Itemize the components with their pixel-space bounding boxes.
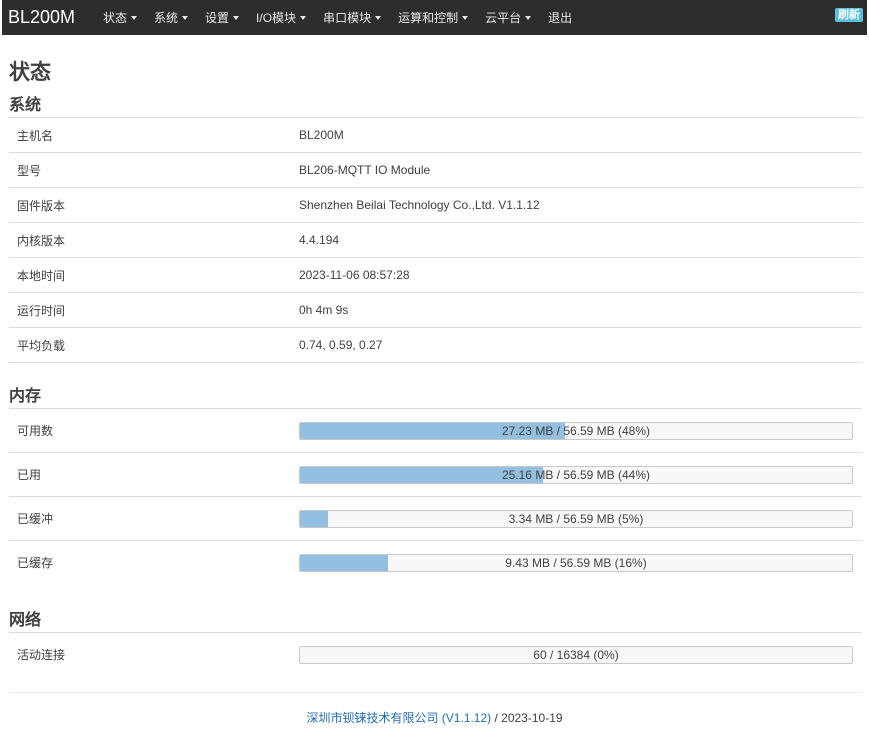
refresh-button[interactable]: 刷新 <box>835 8 863 22</box>
menu-cloud-platform[interactable]: 云平台 <box>485 9 532 26</box>
menu-logic-control[interactable]: 运算和控制 <box>398 9 469 26</box>
row-value: 0.74, 0.59, 0.27 <box>299 338 383 352</box>
row-label: 已缓冲 <box>17 512 54 526</box>
caret-down-icon <box>182 15 189 20</box>
row-label: 活动连接 <box>17 648 66 662</box>
progress-text: 25.16 MB / 56.59 MB (44%) <box>501 468 651 482</box>
footer-date: / 2023-10-19 <box>491 711 563 725</box>
progress-text: 27.23 MB / 56.59 MB (48%) <box>501 424 651 438</box>
progress-bar: 3.34 MB / 56.59 MB (5%) <box>299 510 853 528</box>
table-row: 固件版本 Shenzhen Beilai Technology Co.,Ltd. … <box>9 187 862 222</box>
top-navbar: BL200M 状态 系统 设置 I/O模块 串口模块 运算和控制 云平台 退出 … <box>2 0 867 35</box>
menu-system-label: 系统 <box>154 11 179 25</box>
footer-divider <box>9 692 862 693</box>
page-title: 状态 <box>9 60 51 84</box>
row-label: 已用 <box>17 468 42 482</box>
table-row: 型号 BL206-MQTT IO Module <box>9 152 862 187</box>
menu-serial-module-label: 串口模块 <box>323 11 372 25</box>
table-row: 运行时间 0h 4m 9s <box>9 292 862 327</box>
table-row: 内核版本 4.4.194 <box>9 222 862 257</box>
table-row: 已缓存 9.43 MB / 56.59 MB (16%) <box>9 540 862 584</box>
row-label: 已缓存 <box>17 556 54 570</box>
table-row: 已缓冲 3.34 MB / 56.59 MB (5%) <box>9 496 862 540</box>
system-heading: 系统 <box>9 95 42 114</box>
table-row: 已用 25.16 MB / 56.59 MB (44%) <box>9 452 862 496</box>
row-value: BL200M <box>299 128 344 142</box>
main-menu: 状态 系统 设置 I/O模块 串口模块 运算和控制 云平台 退出 <box>103 9 589 26</box>
caret-down-icon <box>375 15 382 20</box>
memory-table: 可用数 27.23 MB / 56.59 MB (48%) 已用 25.16 M… <box>9 408 862 584</box>
menu-logout[interactable]: 退出 <box>548 9 572 26</box>
progress-bar: 60 / 16384 (0%) <box>299 646 853 664</box>
row-label: 运行时间 <box>17 303 66 318</box>
menu-logic-control-label: 运算和控制 <box>398 11 459 25</box>
progress-bar: 25.16 MB / 56.59 MB (44%) <box>299 466 853 484</box>
caret-down-icon <box>525 15 532 20</box>
menu-io-module-label: I/O模块 <box>256 11 297 25</box>
progress-bar: 27.23 MB / 56.59 MB (48%) <box>299 422 853 440</box>
row-value: BL206-MQTT IO Module <box>299 163 431 177</box>
menu-status-label: 状态 <box>103 11 128 25</box>
menu-settings[interactable]: 设置 <box>205 9 240 26</box>
table-row: 本地时间 2023-11-06 08:57:28 <box>9 257 862 292</box>
brand-title[interactable]: BL200M <box>8 7 98 28</box>
row-value: 0h 4m 9s <box>299 303 349 317</box>
table-row: 可用数 27.23 MB / 56.59 MB (48%) <box>9 408 862 452</box>
row-label: 型号 <box>17 163 42 178</box>
menu-system[interactable]: 系统 <box>154 9 189 26</box>
row-value: Shenzhen Beilai Technology Co.,Ltd. V1.1… <box>299 198 540 212</box>
footer-company-link[interactable]: 深圳市钡铼技术有限公司 (V1.1.12) <box>306 711 491 725</box>
footer: 深圳市钡铼技术有限公司 (V1.1.12) / 2023-10-19 <box>0 709 869 726</box>
memory-heading: 内存 <box>9 386 42 405</box>
menu-cloud-platform-label: 云平台 <box>485 11 522 25</box>
menu-status[interactable]: 状态 <box>103 9 138 26</box>
row-label: 内核版本 <box>17 233 66 248</box>
system-table: 主机名 BL200M 型号 BL206-MQTT IO Module 固件版本 She… <box>9 117 862 363</box>
table-row: 主机名 BL200M <box>9 117 862 152</box>
row-label: 本地时间 <box>17 268 66 283</box>
menu-logout-label: 退出 <box>548 11 573 25</box>
progress-text: 9.43 MB / 56.59 MB (16%) <box>505 556 647 570</box>
progress-text: 3.34 MB / 56.59 MB (5%) <box>508 512 644 526</box>
row-value: 2023-11-06 08:57:28 <box>299 268 410 282</box>
menu-settings-label: 设置 <box>205 11 230 25</box>
table-row: 平均负载 0.74, 0.59, 0.27 <box>9 327 862 362</box>
row-label: 平均负载 <box>17 338 66 353</box>
row-value: 4.4.194 <box>299 233 340 247</box>
caret-down-icon <box>131 15 138 20</box>
network-table: 活动连接 60 / 16384 (0%) <box>9 632 862 676</box>
row-label: 主机名 <box>17 128 54 143</box>
row-label: 固件版本 <box>17 198 66 213</box>
caret-down-icon <box>462 15 469 20</box>
network-heading: 网络 <box>9 610 42 629</box>
menu-io-module[interactable]: I/O模块 <box>256 9 307 26</box>
caret-down-icon <box>300 15 307 20</box>
progress-bar: 9.43 MB / 56.59 MB (16%) <box>299 554 853 572</box>
progress-text: 60 / 16384 (0%) <box>533 648 619 662</box>
row-label: 可用数 <box>17 424 54 438</box>
table-row: 活动连接 60 / 16384 (0%) <box>9 632 862 676</box>
caret-down-icon <box>233 15 240 20</box>
menu-serial-module[interactable]: 串口模块 <box>323 9 382 26</box>
